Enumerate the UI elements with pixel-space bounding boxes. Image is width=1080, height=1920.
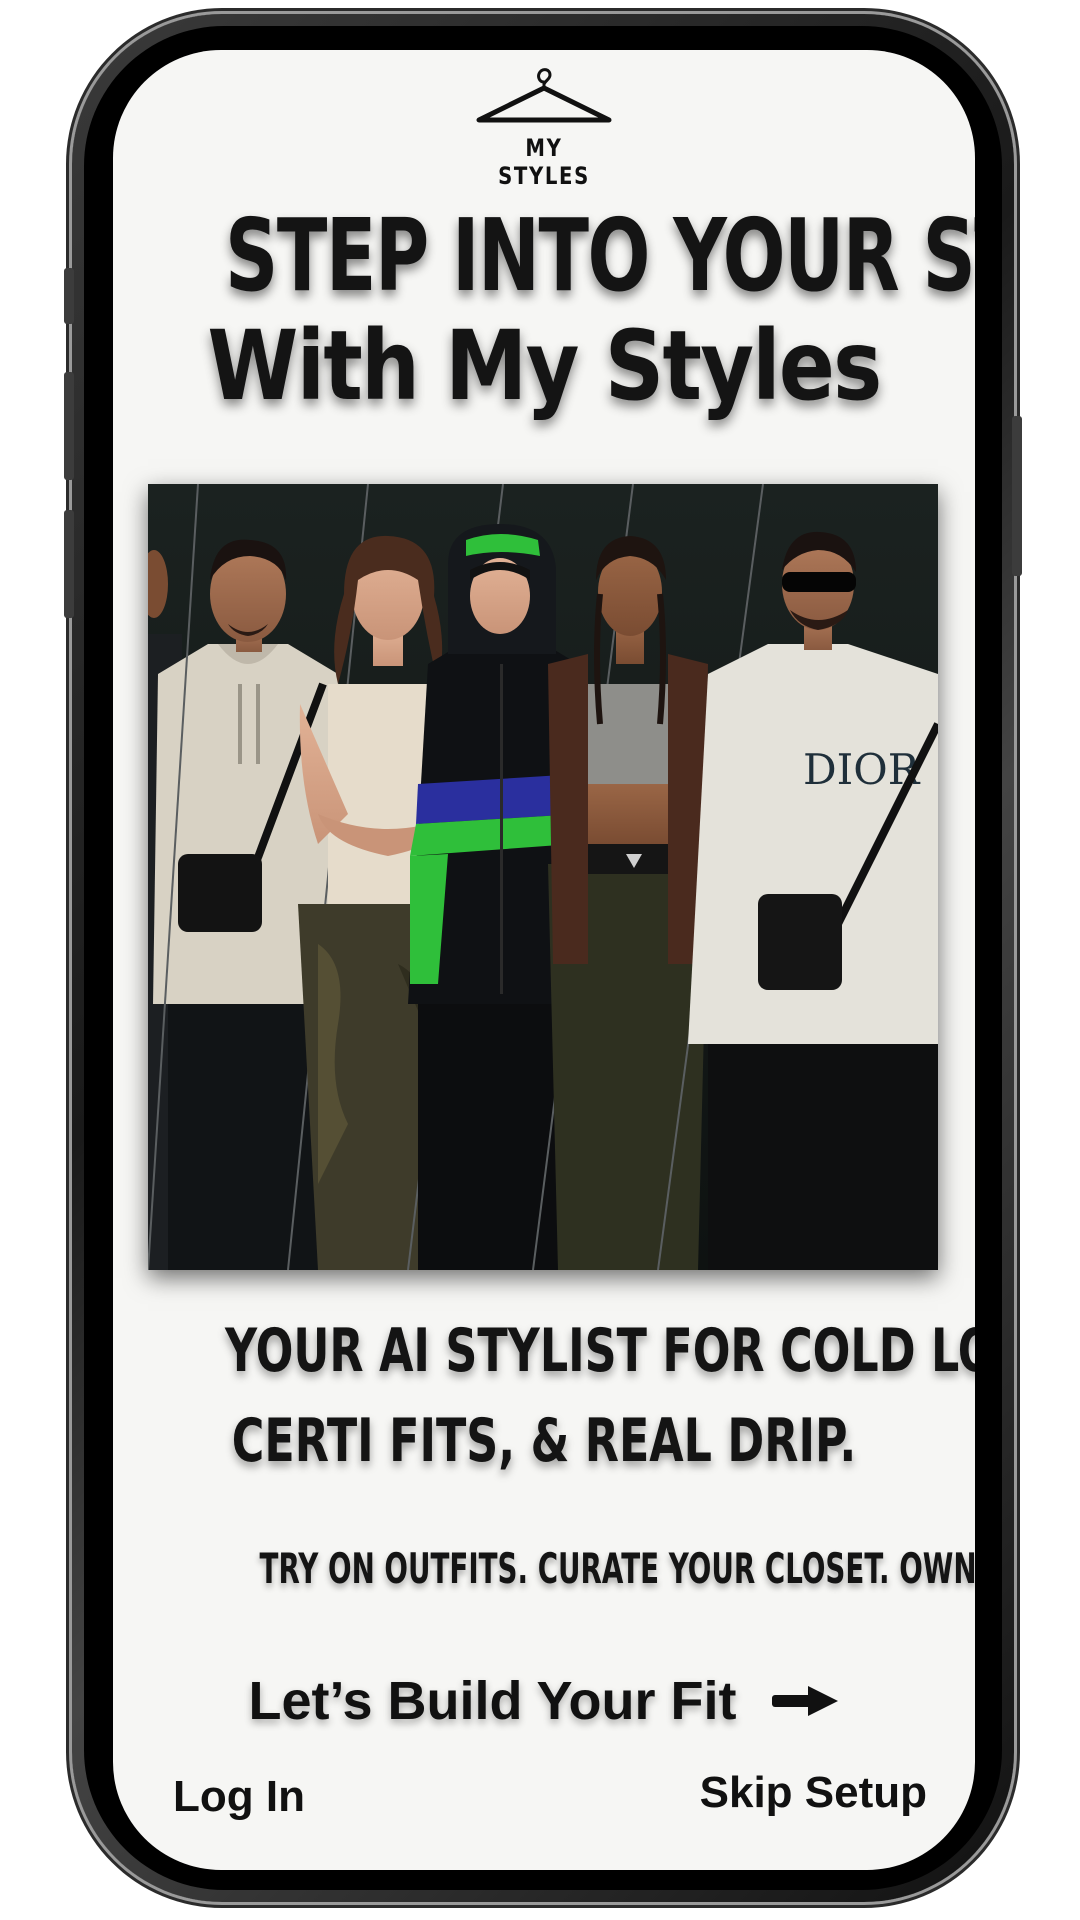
tagline-line-1: YOUR AI STYLIST FOR COLD LOOKS, (225, 1316, 975, 1386)
hanger-icon (476, 68, 612, 123)
stage: MY STYLES STEP INTO YOUR STYLE With My S… (0, 0, 1080, 1920)
side-button-volume-down (64, 510, 74, 618)
brand-logo: MY STYLES (473, 62, 615, 190)
phone-screen: MY STYLES STEP INTO YOUR STYLE With My S… (113, 50, 975, 1870)
build-fit-label: Let’s Build Your Fit (248, 1671, 737, 1731)
hero-headline: STEP INTO YOUR STYLE With My Styles (113, 197, 975, 423)
hero-image: DIOR (148, 484, 938, 1270)
side-button-silent (64, 268, 74, 324)
brand-name: MY STYLES (498, 134, 590, 190)
side-button-power (1012, 416, 1022, 576)
login-link[interactable]: Log In (173, 1772, 305, 1822)
models-collage: DIOR (148, 484, 938, 1270)
tagline-line-2: CERTI FITS, & REAL DRIP. (231, 1406, 857, 1476)
side-button-volume-up (64, 372, 74, 480)
headline-line-1: STEP INTO YOUR STYLE (225, 197, 975, 314)
arrow-right-icon (771, 1685, 838, 1716)
sub-tagline: TRY ON OUTFITS. CURATE YOUR CLOSET. OWN … (259, 1544, 975, 1593)
build-fit-button[interactable]: Let’s Build Your Fit (113, 1670, 975, 1732)
headline-line-2: With My Styles (207, 310, 882, 422)
skip-setup-link[interactable]: Skip Setup (700, 1768, 927, 1818)
tagline: YOUR AI STYLIST FOR COLD LOOKS, CERTI FI… (113, 1306, 975, 1486)
